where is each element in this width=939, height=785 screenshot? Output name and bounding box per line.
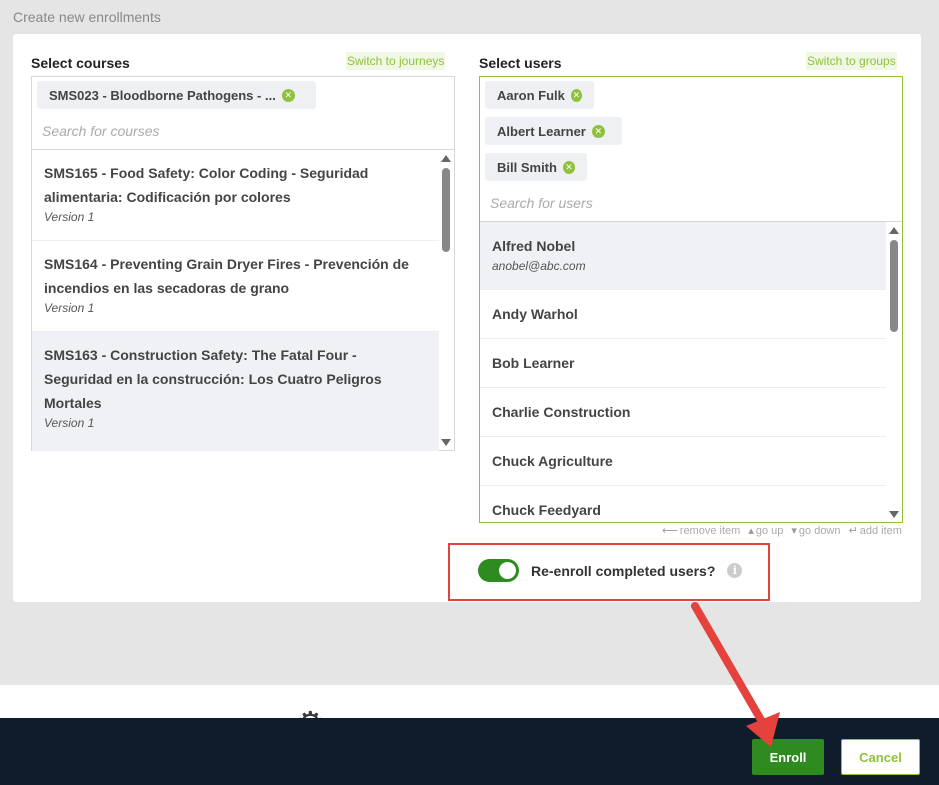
course-list: SMS165 - Food Safety: Color Coding - Seg… [32,149,454,451]
course-version: Version 1 [44,301,95,315]
course-search-input[interactable] [42,119,442,143]
course-title: SMS165 - Food Safety: Color Coding - Seg… [44,165,369,205]
hint-remove: ⟵ remove item [662,525,741,537]
user-name: Bob Learner [492,355,575,371]
course-version: Version 1 [44,416,95,430]
scroll-thumb[interactable] [890,240,898,332]
users-label: Select users [479,55,562,71]
remove-chip-icon[interactable]: ✕ [570,88,582,102]
page-title: Create new enrollments [13,9,161,25]
remove-chip-icon[interactable]: ✕ [591,124,605,138]
user-list: Alfred Nobel anobel@abc.com Andy Warhol … [480,221,902,523]
enroll-button[interactable]: Enroll [752,739,824,775]
switch-to-journeys-link[interactable]: Switch to journeys [346,52,446,70]
list-item[interactable]: Bob Learner [480,339,886,388]
hint-up: ▴ go up [748,525,784,537]
list-item[interactable]: Chuck Agriculture [480,437,886,486]
list-item[interactable]: SMS164 - Preventing Grain Dryer Fires - … [32,241,439,332]
scroll-down-icon[interactable] [441,439,451,446]
enter-icon: ↵ [848,525,858,537]
list-item[interactable]: Alfred Nobel anobel@abc.com [480,222,886,290]
chip-label: Aaron Fulk [497,87,565,103]
user-scrollbar[interactable] [887,222,901,522]
courses-label: Select courses [31,55,130,71]
remove-chip-icon[interactable]: ✕ [281,88,295,102]
page-bottom-strip [0,685,939,720]
list-item[interactable]: SMS165 - Food Safety: Color Coding - Seg… [32,150,439,241]
scroll-down-icon[interactable] [889,511,899,518]
users-panel: Aaron Fulk ✕ Albert Learner ✕ Bill Smith… [479,76,903,523]
selected-course-chip: SMS023 - Bloodborne Pathogens - ... ✕ [37,81,316,109]
switch-to-groups-link[interactable]: Switch to groups [806,52,897,70]
caret-down-icon: ▾ [791,525,797,537]
scroll-thumb[interactable] [442,168,450,252]
list-item[interactable]: Andy Warhol [480,290,886,339]
caret-up-icon: ▴ [748,525,754,537]
list-item[interactable]: SMS163 - Construction Safety: The Fatal … [32,332,439,451]
courses-panel: SMS023 - Bloodborne Pathogens - ... ✕ SM… [31,76,455,451]
user-name: Andy Warhol [492,306,578,322]
annotation-highlight-box [448,543,770,601]
scroll-up-icon[interactable] [441,155,451,162]
enrollment-card: Select courses Switch to journeys SMS023… [13,34,921,602]
user-name: Charlie Construction [492,404,631,420]
keyboard-hints: ⟵ remove item ▴ go up ▾ go down ↵ add item [662,524,902,537]
course-title: SMS163 - Construction Safety: The Fatal … [44,347,382,411]
selected-user-chip: Albert Learner ✕ [485,117,622,145]
chip-label: Bill Smith [497,159,557,175]
list-item[interactable]: Chuck Feedyard [480,486,886,523]
scroll-up-icon[interactable] [889,227,899,234]
selected-user-chip: Bill Smith ✕ [485,153,587,181]
arrow-left-icon: ⟵ [662,525,678,537]
course-scrollbar[interactable] [439,150,453,450]
user-name: Chuck Agriculture [492,453,613,469]
chip-label: SMS023 - Bloodborne Pathogens - ... [49,87,276,103]
user-name: Chuck Feedyard [492,502,601,518]
user-search-input[interactable] [490,191,890,215]
selected-user-chip: Aaron Fulk ✕ [485,81,594,109]
hint-down: ▾ go down [791,525,841,537]
user-name: Alfred Nobel [492,238,576,254]
cancel-button[interactable]: Cancel [841,739,920,775]
hint-add: ↵ add item [848,525,902,537]
user-email: anobel@abc.com [492,259,586,273]
course-version: Version 1 [44,210,95,224]
course-title: SMS164 - Preventing Grain Dryer Fires - … [44,256,409,296]
remove-chip-icon[interactable]: ✕ [562,160,575,174]
chip-label: Albert Learner [497,123,586,139]
list-item[interactable]: Charlie Construction [480,388,886,437]
